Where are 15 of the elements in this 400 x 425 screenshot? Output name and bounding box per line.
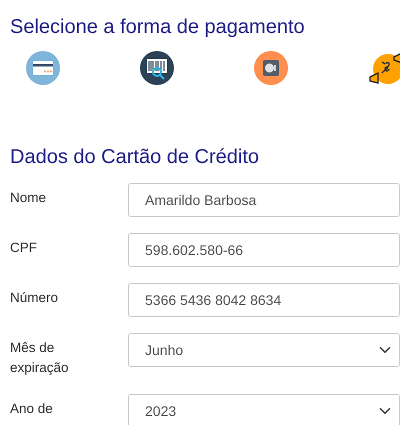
field-label: Mês de expiração bbox=[10, 339, 70, 377]
credit-card-icon[interactable] bbox=[26, 51, 60, 85]
barcode-search-icon[interactable] bbox=[140, 51, 174, 85]
section-heading: Dados do Cartão de Crédito bbox=[10, 145, 260, 169]
field-label: Nome bbox=[10, 189, 48, 207]
input-field[interactable]: 598.602.580-66 bbox=[128, 233, 400, 267]
input-field[interactable]: 5366 5436 8042 8634 bbox=[128, 283, 400, 317]
section-heading: Selecione a forma de pagamento bbox=[10, 15, 306, 39]
field-label: CPF bbox=[10, 239, 38, 257]
dropdown[interactable]: 2023 bbox=[128, 394, 400, 425]
dropdown[interactable]: Junho bbox=[128, 333, 400, 367]
field-label: Número bbox=[10, 289, 60, 307]
safe-icon[interactable] bbox=[254, 51, 288, 85]
input-field[interactable]: Amarildo Barbosa bbox=[128, 183, 400, 217]
field-label: Ano de bbox=[10, 400, 54, 418]
